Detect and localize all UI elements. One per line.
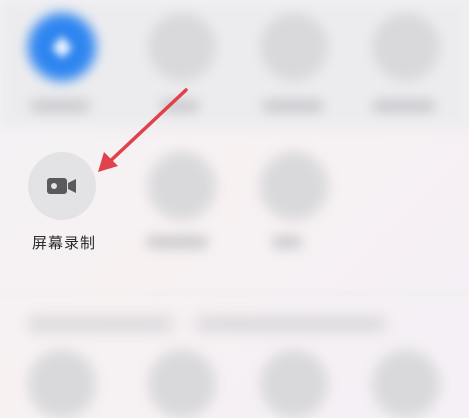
tile-label <box>262 100 324 112</box>
toggle-tile[interactable] <box>148 152 216 220</box>
screen-record-label: 屏幕录制 <box>31 234 96 252</box>
video-camera-icon <box>47 178 76 194</box>
tile-label <box>30 100 90 112</box>
section-divider <box>0 292 469 294</box>
screen-record-button[interactable] <box>28 152 96 220</box>
tile-label <box>372 100 436 112</box>
toggle-tile[interactable] <box>372 350 440 418</box>
toggle-tile[interactable] <box>260 350 328 418</box>
toggle-tile[interactable] <box>148 13 216 81</box>
toggle-tile[interactable] <box>28 350 96 418</box>
section-header <box>28 318 173 330</box>
toggle-tile[interactable] <box>148 350 216 418</box>
tile-label <box>146 236 208 248</box>
toggle-tile[interactable] <box>260 152 328 220</box>
tile-label <box>272 236 302 248</box>
section-header <box>196 318 386 330</box>
toggle-tile[interactable] <box>372 13 440 81</box>
active-tile-icon <box>28 13 96 81</box>
tile-label <box>160 100 200 112</box>
control-center-panel: 屏幕录制 <box>0 0 469 418</box>
toggle-tile[interactable] <box>260 13 328 81</box>
